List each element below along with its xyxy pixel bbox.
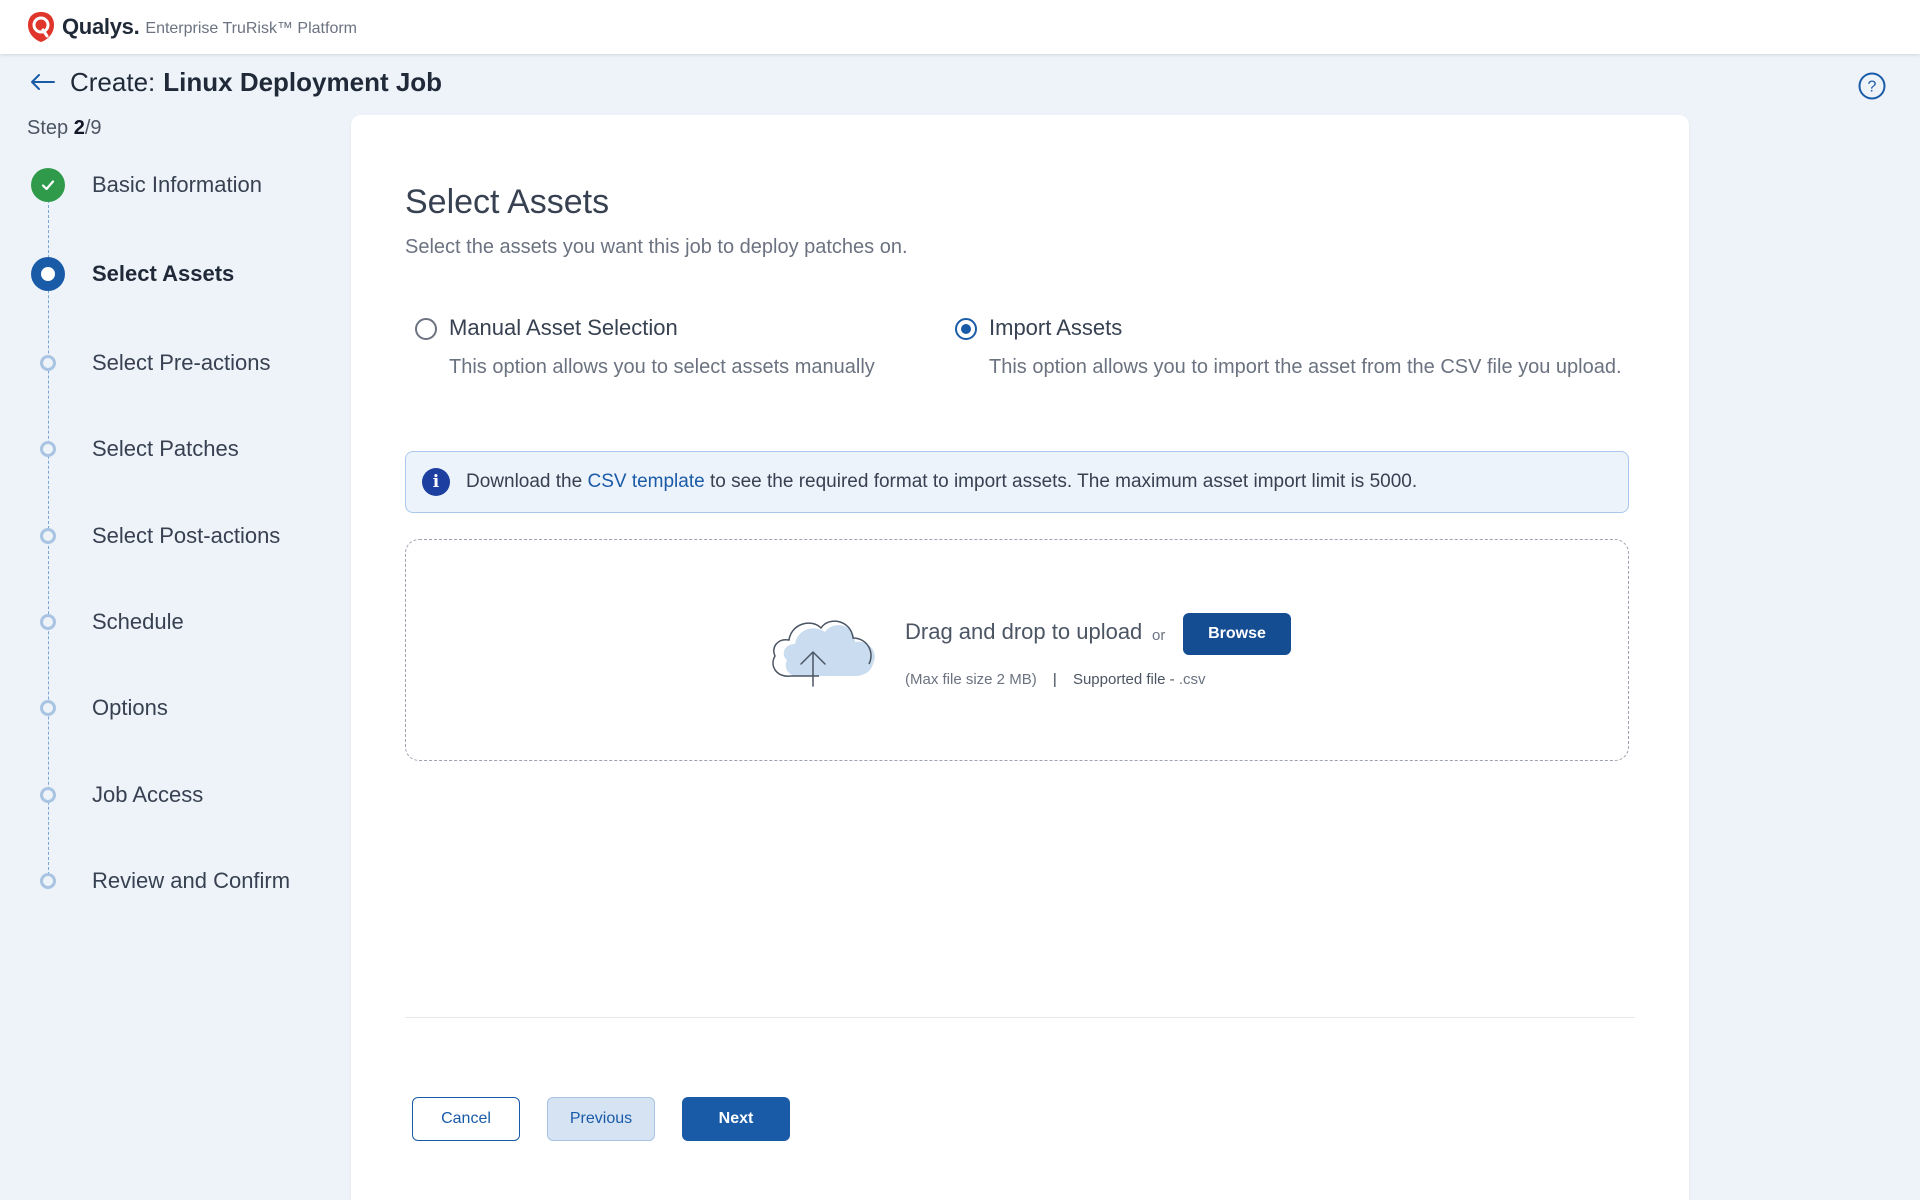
section-title: Select Assets [405,183,610,221]
pending-step-indicator [40,441,56,457]
info-text-before: Download the [466,471,588,492]
footer-divider [405,1017,1635,1018]
step-counter: Step 2/9 [27,117,102,140]
max-file-size: (Max file size 2 MB) [905,671,1037,688]
svg-text:?: ? [1868,79,1877,96]
pending-step-indicator [40,614,56,630]
step-basic-information[interactable]: Basic Information [0,165,330,205]
page-title-prefix: Create: [70,67,156,97]
step-select-assets[interactable]: Select Assets [0,254,330,294]
radio-description: This option allows you to select assets … [449,356,875,378]
step-label: Review and Confirm [92,868,291,893]
step-select-pre-actions[interactable]: Select Pre-actions [0,343,330,383]
section-subtitle: Select the assets you want this job to d… [405,236,908,258]
dropzone-text: Drag and drop to upload [905,619,1143,644]
pending-step-indicator [40,873,56,889]
current-step-indicator [31,257,65,291]
page-title: Create: Linux Deployment Job [70,67,442,98]
browse-button[interactable]: Browse [1183,613,1291,655]
csv-template-link[interactable]: CSV template [587,471,704,492]
step-counter-label: Step [27,117,69,139]
info-banner: i Download the CSV template to see the r… [405,451,1629,513]
check-icon [31,168,65,202]
step-label: Select Assets [92,261,235,286]
radio-button-selected[interactable] [955,318,977,340]
step-label: Basic Information [92,172,262,197]
job-name: Linux Deployment Job [163,67,443,97]
supported-file-label: Supported file - [1072,671,1175,688]
step-label: Options [92,695,168,720]
supported-file-ext: .csv [1178,671,1206,688]
step-options[interactable]: Options [0,688,330,728]
info-text: Download the CSV template to see the req… [466,471,1417,493]
info-text-after: to see the required format to import ass… [704,471,1418,492]
step-label: Schedule [92,609,184,634]
file-dropzone[interactable]: Drag and drop to upload or Browse (Max f… [405,539,1629,761]
radio-description: This option allows you to import the ass… [989,356,1622,378]
dropzone-or: or [1152,627,1166,644]
step-review-and-confirm[interactable]: Review and Confirm [0,861,330,901]
step-select-patches[interactable]: Select Patches [0,429,330,469]
radio-label: Manual Asset Selection [449,315,678,340]
top-bar: Qualys. Enterprise TruRisk™ Platform [0,0,1920,54]
pending-step-indicator [40,787,56,803]
pending-step-indicator [40,355,56,371]
step-label: Select Pre-actions [92,350,271,375]
step-label: Select Post-actions [92,523,281,548]
brand-name: Qualys. [62,14,140,39]
step-label: Job Access [92,782,204,807]
step-job-access[interactable]: Job Access [0,775,330,815]
next-button[interactable]: Next [682,1097,790,1141]
qualys-logo-icon[interactable] [26,11,56,43]
radio-label: Import Assets [989,315,1123,340]
previous-button[interactable]: Previous [547,1097,655,1141]
meta-separator: | [1052,671,1057,688]
step-schedule[interactable]: Schedule [0,602,330,642]
radio-button[interactable] [415,318,437,340]
platform-name: Enterprise TruRisk™ Platform [145,20,357,37]
dropzone-file-info: (Max file size 2 MB) | Supported file - … [905,671,1206,688]
pending-step-indicator [40,528,56,544]
pending-step-indicator [40,700,56,716]
step-counter-total: /9 [84,117,102,139]
step-counter-current: 2 [73,117,85,139]
help-icon[interactable]: ? [1858,72,1886,100]
step-label: Select Patches [92,436,239,461]
step-select-post-actions[interactable]: Select Post-actions [0,516,330,556]
info-icon: i [422,468,450,496]
cancel-button[interactable]: Cancel [412,1097,520,1141]
back-arrow-icon[interactable] [28,70,56,94]
cloud-upload-icon [772,620,875,687]
main-card: Select Assets Select the assets you want… [351,115,1689,1200]
